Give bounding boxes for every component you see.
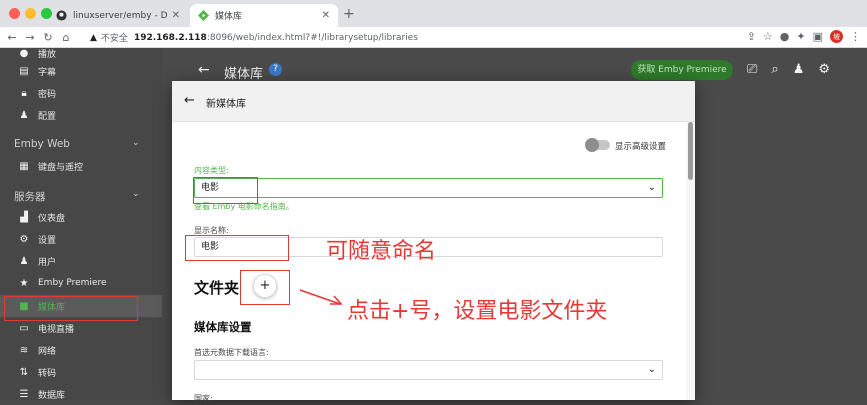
sidebar-item-label: 电视直播 (38, 324, 75, 335)
tab-title: 媒体库 (215, 12, 243, 22)
share-icon[interactable]: ⇪ (747, 30, 756, 43)
sidepanel-icon[interactable]: ▣ (813, 30, 823, 43)
sidebar-item-keyboard[interactable]: ▦ 键盘与遥控 (0, 155, 162, 177)
folders-heading: 文件夹 (194, 279, 240, 297)
help-icon[interactable]: ? (269, 63, 282, 76)
sidebar-item-network[interactable]: ≋ 网络 (0, 339, 162, 361)
url-path: :8096/web/index.html?#!/librarysetup/lib… (206, 32, 418, 43)
sidebar-item-database[interactable]: ☰ 数据库 (0, 383, 162, 405)
search-icon[interactable]: ⌕ (771, 62, 778, 77)
sidebar-item-label: 播放 (38, 49, 57, 60)
sidebar-item-label: Emby Premiere (38, 278, 107, 288)
annotation-folder-note: 点击+号，设置电影文件夹 (347, 299, 608, 324)
dialog-header: ← 新媒体库 (172, 81, 695, 122)
subtitles-icon: ▤ (19, 65, 29, 77)
chevron-down-icon: ⌄ (647, 364, 656, 375)
content-type-select[interactable]: 电影 ⌄ (194, 178, 663, 198)
sidebar-item-settings[interactable]: ⚙ 设置 (0, 228, 162, 250)
chevron-down-icon: ⌄ (647, 182, 656, 193)
database-icon: ☰ (19, 388, 29, 400)
tab-emby[interactable]: 媒体库 ✕ (190, 4, 338, 27)
country-label: 国家: (194, 394, 213, 403)
advanced-settings-label: 显示高级设置 (615, 142, 667, 152)
get-premiere-button[interactable]: 获取 Emby Premiere (631, 60, 733, 80)
content-type-label: 内容类型: (194, 166, 229, 175)
sidebar-item-label: 数据库 (38, 390, 66, 401)
close-icon[interactable]: ✕ (172, 10, 180, 21)
section-label: 服务器 (14, 191, 46, 203)
sidebar-item-subtitles[interactable]: ▤ 字幕 (0, 60, 162, 82)
sidebar-item-profile[interactable]: ♟ 配置 (0, 104, 162, 126)
sidebar-item-label: 密码 (38, 89, 57, 100)
annotation-name-note: 可随意命名 (326, 239, 437, 264)
warning-icon: ▲ (90, 32, 97, 43)
annotation-box-content-type (193, 177, 258, 204)
chevron-down-icon: ⌄ (132, 138, 140, 148)
keyboard-icon: ▦ (19, 160, 29, 172)
play-icon: ● (19, 47, 29, 59)
sidebar-item-label: 键盘与遥控 (38, 162, 84, 173)
bookmark-star-icon[interactable]: ☆ (763, 30, 773, 43)
extension-icon[interactable]: ● (780, 30, 790, 43)
metadata-language-select[interactable]: ⌄ (194, 360, 663, 380)
new-tab-icon[interactable]: + (343, 6, 355, 22)
menu-icon[interactable]: ⋮ (850, 30, 861, 43)
gear-icon[interactable]: ⚙ (818, 62, 830, 77)
browser-tab-bar: linuxserver/emby - Docker Ima ✕ 媒体库 ✕ + (0, 0, 867, 27)
sidebar-item-label: 设置 (38, 235, 57, 246)
tab-title: linuxserver/emby - Docker Ima (73, 10, 168, 21)
gear-icon: ⚙ (19, 233, 29, 245)
scrollbar-thumb[interactable] (688, 122, 693, 180)
profile-avatar[interactable]: 坡 (830, 30, 843, 43)
user-icon[interactable]: ♟ (793, 62, 805, 77)
library-settings-heading: 媒体库设置 (194, 320, 252, 334)
sidebar-item-label: 仪表盘 (38, 213, 66, 224)
sidebar-item-label: 配置 (38, 111, 57, 122)
sidebar-item-label: 用户 (38, 257, 57, 268)
close-icon[interactable]: ✕ (322, 10, 330, 21)
person-icon: ♟ (19, 109, 29, 121)
dashboard-icon: ▟ (20, 211, 28, 223)
annotation-box-display-name (185, 235, 289, 261)
dialog-title: 新媒体库 (206, 99, 246, 110)
sidebar-item-label: 转码 (38, 368, 57, 379)
back-arrow-icon[interactable]: ← (198, 62, 210, 78)
sidebar-item-dashboard[interactable]: ▟ 仪表盘 (0, 206, 162, 228)
section-label: Emby Web (14, 138, 70, 150)
github-icon (56, 10, 67, 21)
page-title: 媒体库 (224, 67, 264, 82)
sidebar-item-users[interactable]: ♟ 用户 (0, 250, 162, 272)
window-minimize-button[interactable] (25, 8, 36, 19)
window-close-button[interactable] (9, 8, 20, 19)
sidebar-item-password[interactable]: 🔒︎ 密码 (0, 82, 162, 104)
tab-docker[interactable]: linuxserver/emby - Docker Ima ✕ (48, 4, 188, 27)
advanced-settings-toggle[interactable] (585, 138, 610, 152)
wifi-icon: ≋ (19, 344, 29, 356)
dialog-scrollbar[interactable] (686, 122, 695, 400)
users-icon: ♟ (19, 255, 29, 267)
section-emby-web[interactable]: Emby Web ⌄ (14, 138, 140, 150)
puzzle-icon[interactable]: ✦ (796, 30, 805, 43)
annotation-box-add-folder (240, 270, 290, 305)
emby-logo-icon (198, 10, 209, 21)
section-server[interactable]: 服务器 ⌄ (14, 189, 140, 204)
annotation-box-sidebar-libraries (4, 296, 138, 321)
metadata-language-label: 首选元数据下载语言: (194, 348, 269, 357)
lock-icon: 🔒︎ (21, 87, 27, 99)
back-arrow-icon[interactable]: ← (184, 93, 195, 108)
chevron-down-icon: ⌄ (132, 189, 140, 199)
sidebar-item-label: 网络 (38, 346, 57, 357)
emby-sidebar: ● 播放 ▤ 字幕 🔒︎ 密码 ♟ 配置 Emby Web ⌄ ▦ 键盘与遥控 … (0, 47, 162, 401)
sidebar-item-premiere[interactable]: ★ Emby Premiere (0, 272, 162, 294)
cast-icon[interactable]: ⎚ (747, 62, 757, 77)
annotation-arrow-icon (299, 289, 343, 305)
url-host: 192.168.2.118 (133, 32, 207, 43)
sidebar-item-label: 字幕 (38, 67, 57, 78)
sidebar-item-transcode[interactable]: ⇅ 转码 (0, 361, 162, 383)
transcode-icon: ⇅ (19, 366, 29, 378)
tv-icon: ▭ (19, 322, 29, 334)
star-icon: ★ (19, 277, 29, 289)
